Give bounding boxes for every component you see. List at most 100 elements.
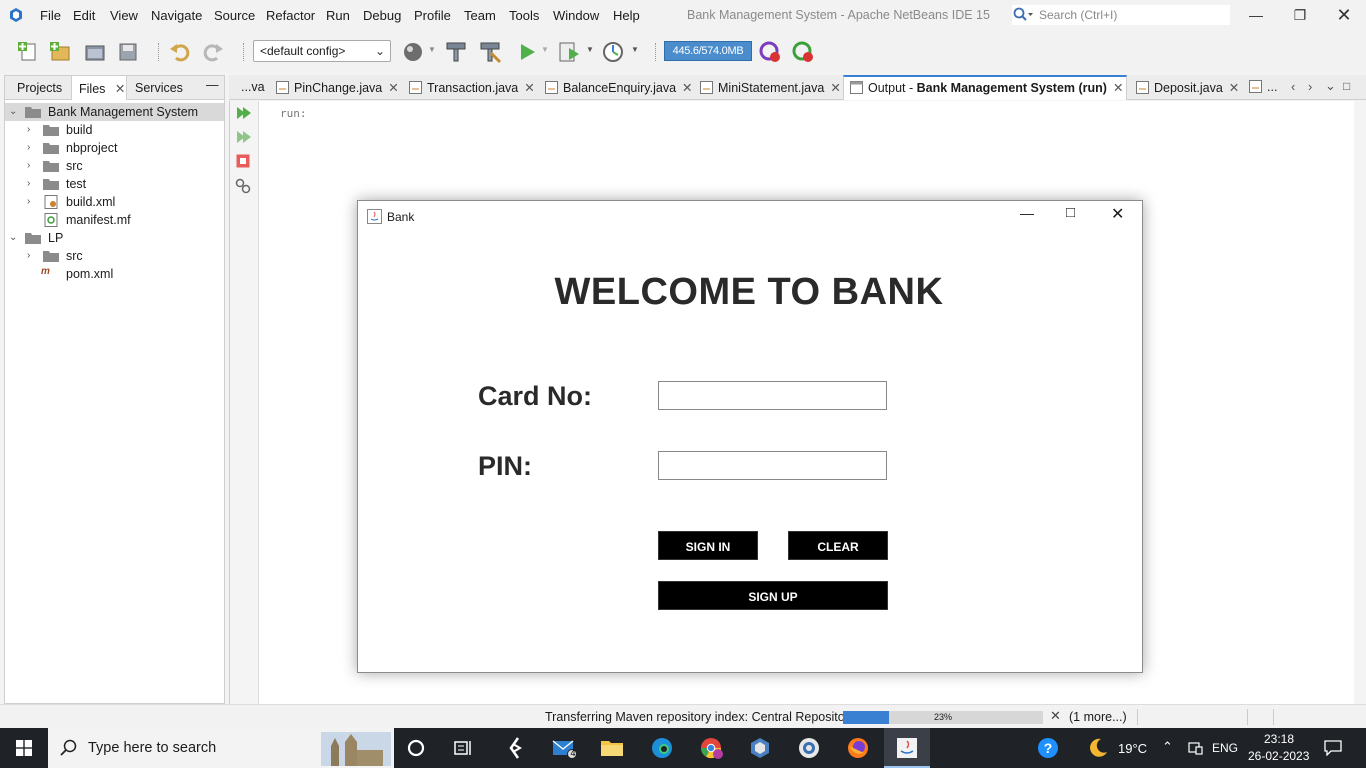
cancel-task-icon[interactable]: ✕ (1050, 708, 1061, 724)
redo-icon[interactable] (201, 40, 225, 64)
sign-up-button[interactable]: SIGN UP (658, 581, 888, 610)
clock-time[interactable]: 23:18 (1264, 732, 1294, 746)
chevron-left-icon[interactable]: ‹ (1291, 79, 1295, 94)
chevron-right-icon[interactable]: › (27, 125, 37, 135)
build-hammer-icon[interactable] (444, 40, 468, 64)
chrome-icon[interactable] (699, 736, 723, 760)
menu-team[interactable]: Team (464, 8, 496, 23)
virtualbox-icon[interactable] (748, 736, 772, 760)
close-icon[interactable]: ✕ (1111, 204, 1124, 224)
cortana-icon[interactable] (404, 736, 428, 760)
maximize-icon[interactable]: □ (1066, 204, 1075, 221)
chevron-down-icon[interactable]: ▼ (541, 45, 549, 54)
debug-icon[interactable] (557, 40, 581, 64)
tab-files[interactable]: Files ✕ (71, 76, 127, 100)
chevron-right-icon[interactable]: › (27, 251, 37, 261)
tab-deposit[interactable]: Deposit.java ✕ (1136, 75, 1239, 100)
new-project-icon[interactable] (48, 40, 72, 64)
menu-debug[interactable]: Debug (363, 8, 401, 23)
windows-start-icon[interactable] (16, 740, 32, 756)
menu-window[interactable]: Window (553, 8, 599, 23)
chevron-up-icon[interactable]: ⌃ (1162, 739, 1173, 755)
run-icon[interactable] (515, 40, 539, 64)
memory-usage-bar[interactable]: 445.6/574.0MB (664, 41, 752, 61)
chevron-down-icon[interactable]: ▼ (586, 45, 594, 54)
chevron-down-icon[interactable]: ▼ (428, 45, 436, 54)
tree-item-build[interactable]: › build (5, 121, 224, 139)
menu-refactor[interactable]: Refactor (266, 8, 315, 23)
scrollbar[interactable] (1354, 101, 1366, 704)
tree-item-lp-src[interactable]: › src (5, 247, 224, 265)
profile-icon[interactable] (602, 40, 626, 64)
undo-icon[interactable] (168, 40, 192, 64)
chevron-down-icon[interactable]: ⌄ (9, 233, 19, 243)
tab-hidden-java[interactable]: ...va (241, 75, 265, 100)
tab-output[interactable]: Output - Bank Management System (run) ✕ (843, 75, 1127, 100)
language-indicator[interactable]: ENG (1212, 741, 1238, 755)
menu-navigate[interactable]: Navigate (151, 8, 202, 23)
minimize-panel-icon[interactable]: — (206, 73, 219, 97)
close-icon[interactable]: ✕ (115, 82, 125, 96)
weather-temp[interactable]: 19°C (1118, 741, 1147, 756)
clock-date[interactable]: 26-02-2023 (1248, 749, 1309, 763)
vscode-icon[interactable] (503, 736, 527, 760)
sign-in-button[interactable]: SIGN IN (658, 531, 758, 560)
tab-overflow[interactable]: ... (1249, 75, 1277, 100)
rerun-with-params-icon[interactable] (236, 130, 252, 144)
taskbar-active-app[interactable] (884, 728, 930, 768)
weather-moon-icon[interactable] (1086, 736, 1110, 760)
chevron-down-icon[interactable]: ⌄ (9, 107, 19, 117)
maximize-icon[interactable]: □ (1343, 79, 1350, 93)
network-icon[interactable] (1187, 741, 1203, 755)
close-icon[interactable]: ✕ (830, 81, 840, 95)
chevron-down-icon[interactable]: ⌄ (1325, 78, 1336, 94)
new-file-icon[interactable] (16, 40, 40, 64)
tree-item-lp-project[interactable]: ⌄ LP (5, 229, 224, 247)
ide-search-input[interactable]: Search (Ctrl+I) (1012, 5, 1230, 25)
tree-item-src[interactable]: › src (5, 157, 224, 175)
chevron-right-icon[interactable]: › (27, 197, 37, 207)
tab-transaction[interactable]: Transaction.java ✕ (409, 75, 535, 100)
settings-icon[interactable] (235, 178, 251, 194)
config-select[interactable]: <default config> ⌄ (253, 40, 391, 62)
menu-run[interactable]: Run (326, 8, 350, 23)
minimize-icon[interactable]: — (1020, 205, 1034, 221)
menu-profile[interactable]: Profile (414, 8, 451, 23)
close-icon[interactable]: ✕ (388, 81, 398, 95)
open-project-icon[interactable] (83, 40, 107, 64)
tab-services[interactable]: Services (135, 76, 183, 100)
restore-icon[interactable]: ❐ (1290, 6, 1310, 26)
help-icon[interactable]: ? (1036, 736, 1060, 760)
menu-edit[interactable]: Edit (73, 8, 95, 23)
card-number-input[interactable] (658, 381, 887, 410)
menu-tools[interactable]: Tools (509, 8, 539, 23)
save-all-icon[interactable] (116, 40, 140, 64)
tree-item-nbproject[interactable]: › nbproject (5, 139, 224, 157)
firefox-icon[interactable] (846, 736, 870, 760)
clean-build-icon[interactable] (478, 40, 502, 64)
taskbar-search-input[interactable]: Type here to search (48, 728, 394, 768)
obs-icon[interactable] (797, 736, 821, 760)
gc-icon[interactable] (758, 40, 782, 64)
chevron-right-icon[interactable]: › (27, 143, 37, 153)
clear-button[interactable]: CLEAR (788, 531, 888, 560)
menu-file[interactable]: File (40, 8, 61, 23)
close-icon[interactable]: ✕ (1229, 81, 1239, 95)
close-icon[interactable]: ✕ (1334, 6, 1354, 26)
profiler-snapshot-icon[interactable] (791, 40, 815, 64)
tab-balance-enquiry[interactable]: BalanceEnquiry.java ✕ (545, 75, 693, 100)
close-icon[interactable]: ✕ (682, 81, 692, 95)
chevron-right-icon[interactable]: › (27, 161, 37, 171)
file-explorer-icon[interactable] (600, 736, 624, 760)
tree-item-test[interactable]: › test (5, 175, 224, 193)
chevron-down-icon[interactable]: ▼ (631, 45, 639, 54)
tree-item-manifest[interactable]: manifest.mf (5, 211, 224, 229)
tab-pinchange[interactable]: PinChange.java ✕ (276, 75, 399, 100)
chevron-right-icon[interactable]: › (1308, 79, 1312, 94)
close-icon[interactable]: ✕ (1113, 81, 1123, 95)
tab-mini-statement[interactable]: MiniStatement.java ✕ (700, 75, 841, 100)
browser-globe-icon[interactable] (402, 40, 426, 64)
tab-projects[interactable]: Projects (17, 76, 62, 100)
chevron-right-icon[interactable]: › (27, 179, 37, 189)
menu-view[interactable]: View (110, 8, 138, 23)
